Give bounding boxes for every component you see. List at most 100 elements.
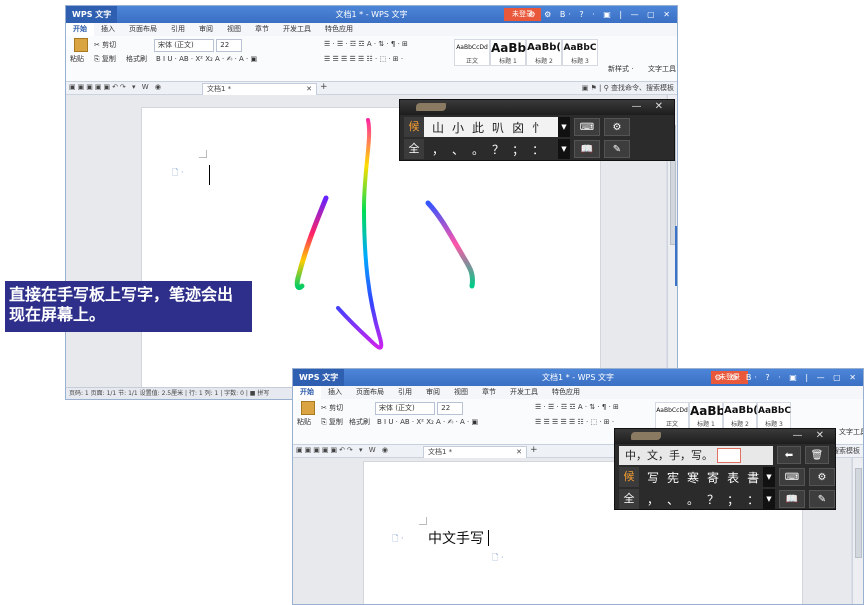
candidate-item[interactable]: 此 bbox=[468, 119, 488, 136]
tab-page-layout[interactable]: 页面布局 bbox=[349, 386, 391, 399]
dictionary-icon[interactable]: 📖 bbox=[574, 140, 600, 158]
punct-item[interactable]: ： bbox=[528, 141, 548, 158]
tab-developer[interactable]: 开发工具 bbox=[276, 23, 318, 36]
format-painter-button[interactable]: 格式刷 bbox=[349, 417, 370, 428]
paste-button[interactable]: 粘贴 bbox=[70, 54, 92, 64]
keyboard-icon[interactable]: ⌨ bbox=[779, 468, 805, 486]
document-tab[interactable]: 文档1 * ✕ bbox=[202, 83, 317, 95]
app-menu-button[interactable]: WPS 文字 bbox=[293, 369, 345, 386]
fullwidth-tag[interactable]: 全 bbox=[619, 489, 639, 509]
candidate-item[interactable]: 寒 bbox=[683, 469, 703, 486]
tab-review[interactable]: 审阅 bbox=[419, 386, 447, 399]
punct-item[interactable]: ？ bbox=[703, 491, 723, 508]
paste-options-icon[interactable]: 🗋 · bbox=[492, 552, 504, 566]
tab-view[interactable]: 视图 bbox=[447, 386, 475, 399]
quick-access-icons[interactable]: ▣▣▣▣▣↶↷ ▾ W ◉ bbox=[69, 83, 163, 91]
ime-window-controls[interactable]: — ✕ bbox=[631, 100, 668, 114]
candidate-item[interactable]: 表 bbox=[723, 469, 743, 486]
format-painter-button[interactable]: 格式刷 bbox=[126, 54, 147, 65]
paste-icon[interactable] bbox=[301, 401, 315, 415]
copy-button[interactable]: ⎘ 复制 bbox=[321, 417, 343, 428]
candidate-dropdown-icon[interactable]: ▼ bbox=[558, 117, 570, 137]
punct-item[interactable]: 。 bbox=[683, 491, 703, 508]
punct-item[interactable]: ， bbox=[428, 141, 448, 158]
candidate-item[interactable]: 忄 bbox=[528, 119, 548, 136]
app-menu-button[interactable]: WPS 文字 bbox=[66, 6, 118, 23]
tab-special[interactable]: 特色应用 bbox=[545, 386, 587, 399]
candidate-item[interactable]: 宪 bbox=[663, 469, 683, 486]
copy-button[interactable]: ⎘ 复制 bbox=[94, 54, 116, 65]
punct-item[interactable]: 、 bbox=[448, 141, 468, 158]
style-heading-2[interactable]: AaBb(标题 2 bbox=[723, 402, 758, 429]
punct-item[interactable]: ： bbox=[743, 491, 763, 508]
tab-references[interactable]: 引用 bbox=[391, 386, 419, 399]
candidate-item[interactable]: 囟 bbox=[508, 119, 528, 136]
style-heading-2[interactable]: AaBb(标题 2 bbox=[526, 39, 562, 66]
settings-icon[interactable]: ⚙ bbox=[604, 118, 630, 136]
style-normal[interactable]: AaBbCcDd 正文 bbox=[454, 39, 490, 66]
tab-section[interactable]: 章节 bbox=[248, 23, 276, 36]
tab-insert[interactable]: 插入 bbox=[94, 23, 122, 36]
tab-view[interactable]: 视图 bbox=[220, 23, 248, 36]
font-size-select[interactable]: 22 bbox=[216, 39, 243, 52]
vertical-scrollbar[interactable] bbox=[852, 458, 863, 604]
cut-button[interactable]: ✂ 剪切 bbox=[321, 403, 343, 414]
style-heading-1[interactable]: AaBb 标题 1 bbox=[689, 402, 725, 429]
candidate-item[interactable]: 小 bbox=[448, 119, 468, 136]
format-buttons[interactable]: B I U · AB · X² X₂ A · ✍ · A · ▣ bbox=[377, 417, 478, 428]
punct-item[interactable]: ， bbox=[643, 491, 663, 508]
paste-button[interactable]: 粘贴 bbox=[297, 417, 319, 427]
tab-insert[interactable]: 插入 bbox=[321, 386, 349, 399]
tab-section[interactable]: 章节 bbox=[475, 386, 503, 399]
paragraph-buttons-top[interactable]: ☰ · ☰ · ☲ ☲ A · ⇅ · ¶ · ⊞ bbox=[324, 39, 408, 50]
new-tab-icon[interactable]: + bbox=[530, 445, 538, 455]
pen-icon[interactable]: ✎ bbox=[604, 140, 630, 158]
dictionary-icon[interactable]: 📖 bbox=[779, 490, 805, 508]
window-controls[interactable]: ⚙ ⚙ B· ? · ▣ | — ▢ ✕ bbox=[528, 6, 673, 23]
candidate-item[interactable]: 書 bbox=[743, 469, 763, 486]
punct-dropdown-icon[interactable]: ▼ bbox=[763, 489, 775, 509]
font-name-select[interactable]: 宋体 (正文) bbox=[375, 402, 435, 415]
style-normal[interactable]: AaBbCcDd 正文 bbox=[655, 402, 689, 429]
search-commands[interactable]: ▣ ⚑ | ⚲ 查找命令、搜索模板 bbox=[582, 83, 674, 93]
candidate-item[interactable]: 山 bbox=[428, 119, 448, 136]
settings-icon[interactable]: ⚙ bbox=[809, 468, 835, 486]
new-style-button[interactable]: 新样式 · bbox=[608, 64, 633, 75]
new-tab-icon[interactable]: + bbox=[320, 82, 328, 92]
text-tools-button[interactable]: 文字工具 bbox=[839, 427, 863, 438]
keyboard-icon[interactable]: ⌨ bbox=[574, 118, 600, 136]
paste-icon[interactable] bbox=[74, 38, 88, 52]
font-name-select[interactable]: 宋体 (正文) bbox=[154, 39, 214, 52]
punct-item[interactable]: ？ bbox=[488, 141, 508, 158]
style-heading-1[interactable]: AaBb 标题 1 bbox=[490, 39, 526, 66]
format-buttons[interactable]: B I U · AB · X² X₂ A · ✍ · A · ▣ bbox=[156, 54, 257, 65]
paragraph-buttons-bottom[interactable]: ☰ ☰ ☰ ☰ ☰ ☷ · ⬚ · ⊞ · bbox=[324, 54, 403, 65]
punct-dropdown-icon[interactable]: ▼ bbox=[558, 139, 570, 159]
candidate-item[interactable]: 寄 bbox=[703, 469, 723, 486]
tab-review[interactable]: 审阅 bbox=[192, 23, 220, 36]
punct-item[interactable]: 。 bbox=[468, 141, 488, 158]
style-heading-3[interactable]: AaBbC 标题 3 bbox=[562, 39, 598, 66]
delete-icon[interactable]: 🗑 bbox=[805, 446, 829, 464]
punct-item[interactable]: ； bbox=[723, 491, 743, 508]
document-tab[interactable]: 文档1 * ✕ bbox=[423, 446, 527, 458]
close-tab-icon[interactable]: ✕ bbox=[516, 447, 522, 458]
cut-button[interactable]: ✂ 剪切 bbox=[94, 40, 116, 51]
close-tab-icon[interactable]: ✕ bbox=[306, 84, 312, 95]
punct-item[interactable]: ； bbox=[508, 141, 528, 158]
candidate-dropdown-icon[interactable]: ▼ bbox=[763, 467, 775, 487]
tab-page-layout[interactable]: 页面布局 bbox=[122, 23, 164, 36]
tab-special[interactable]: 特色应用 bbox=[318, 23, 360, 36]
style-heading-3[interactable]: AaBbC 标题 3 bbox=[757, 402, 791, 429]
tab-developer[interactable]: 开发工具 bbox=[503, 386, 545, 399]
font-size-select[interactable]: 22 bbox=[437, 402, 464, 415]
quick-access-icons[interactable]: ▣▣▣▣▣↶↷ ▾ W ◉ bbox=[296, 446, 390, 454]
fullwidth-tag[interactable]: 全 bbox=[404, 139, 424, 159]
paragraph-buttons-bottom[interactable]: ☰ ☰ ☰ ☰ ☰ ☷ · ⬚ · ⊞ · bbox=[535, 417, 614, 428]
candidate-item[interactable]: 写 bbox=[643, 469, 663, 486]
paragraph-buttons-top[interactable]: ☰ · ☰ · ☲ ☲ A · ⇅ · ¶ · ⊞ bbox=[535, 402, 619, 413]
text-tools-button[interactable]: 文字工具 bbox=[648, 64, 676, 75]
punct-item[interactable]: 、 bbox=[663, 491, 683, 508]
scrollbar-thumb[interactable] bbox=[855, 468, 862, 558]
ime-composition[interactable]: 中，文，手，写。 bbox=[619, 445, 773, 465]
